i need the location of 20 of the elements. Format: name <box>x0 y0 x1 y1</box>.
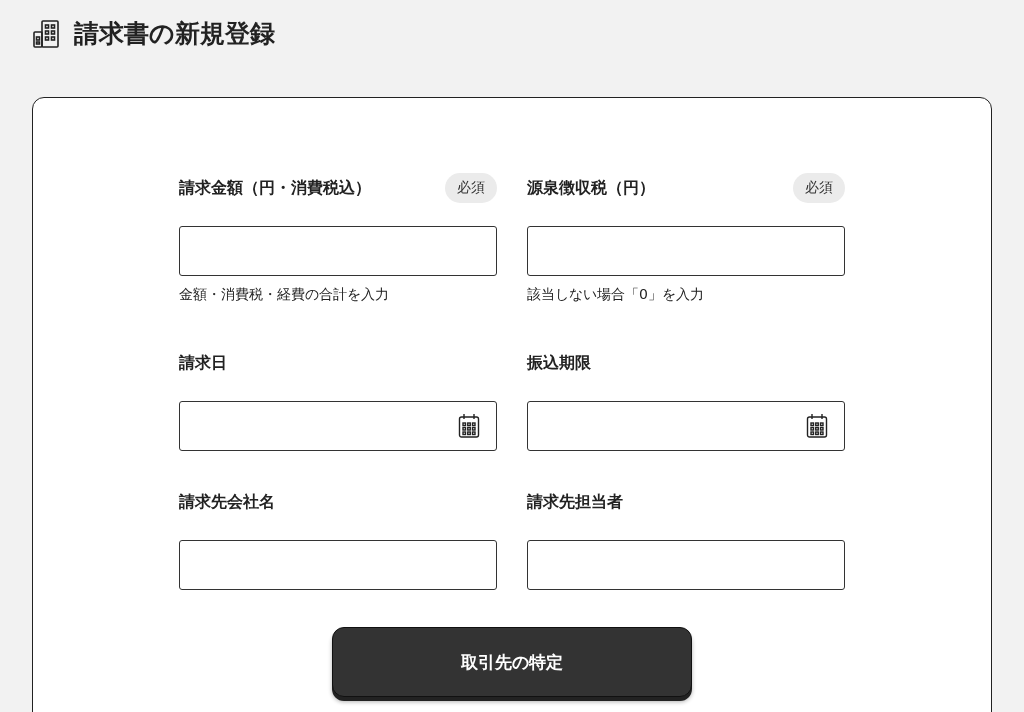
field-hint: 該当しない場合「0」を入力 <box>527 285 705 304</box>
input-field[interactable] <box>527 540 845 590</box>
calendar-icon <box>458 413 480 439</box>
field-label: 振込期限 <box>527 352 591 374</box>
input-field[interactable] <box>179 540 497 590</box>
input-field[interactable] <box>179 226 497 276</box>
field-label: 源泉徴収税（円） <box>527 177 655 199</box>
calendar-icon <box>806 413 828 439</box>
field-label: 請求日 <box>179 352 227 374</box>
date-field[interactable] <box>179 401 497 451</box>
date-field[interactable] <box>527 401 845 451</box>
field-label: 請求先担当者 <box>527 491 623 513</box>
building-icon <box>32 19 60 49</box>
field-label: 請求金額（円・消費税込） <box>179 177 371 199</box>
page-title: 請求書の新規登録 <box>74 17 275 50</box>
required-badge: 必須 <box>445 173 497 203</box>
field-label: 請求先会社名 <box>179 491 275 513</box>
required-badge: 必須 <box>793 173 845 203</box>
field-hint: 金額・消費税・経費の合計を入力 <box>179 285 390 304</box>
input-field[interactable] <box>527 226 845 276</box>
